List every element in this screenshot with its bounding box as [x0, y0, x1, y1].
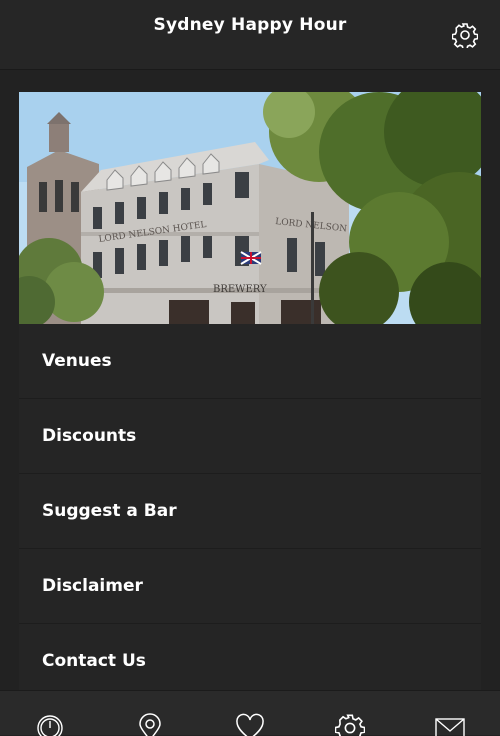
main-menu: Venues Discounts Suggest a Bar Disclaime…	[19, 324, 481, 698]
heart-icon	[236, 713, 264, 736]
tab-settings[interactable]	[335, 713, 365, 736]
menu-item-venues[interactable]: Venues	[19, 324, 481, 399]
envelope-icon	[435, 718, 465, 736]
map-pin-icon	[139, 713, 161, 736]
app-header: Sydney Happy Hour	[0, 0, 500, 70]
tab-favorites[interactable]	[235, 713, 265, 736]
menu-item-discounts[interactable]: Discounts	[19, 399, 481, 474]
hotel-photo: LORD NELSON HOTEL LORD NELSON BREWERY	[19, 92, 481, 324]
gear-icon	[335, 714, 365, 736]
page-title: Sydney Happy Hour	[153, 15, 347, 35]
menu-item-suggest-a-bar[interactable]: Suggest a Bar	[19, 474, 481, 549]
menu-item-contact-us[interactable]: Contact Us	[19, 624, 481, 698]
gear-icon	[452, 23, 478, 48]
bottom-tab-bar	[0, 690, 500, 736]
tab-venues[interactable]	[35, 713, 65, 736]
tab-contact[interactable]	[435, 713, 465, 736]
svg-text:BREWERY: BREWERY	[213, 284, 267, 295]
tab-map[interactable]	[135, 713, 165, 736]
hero-image: LORD NELSON HOTEL LORD NELSON BREWERY	[19, 92, 481, 324]
menu-item-disclaimer[interactable]: Disclaimer	[19, 549, 481, 624]
speedometer-icon	[37, 715, 63, 736]
settings-button[interactable]	[450, 20, 480, 50]
